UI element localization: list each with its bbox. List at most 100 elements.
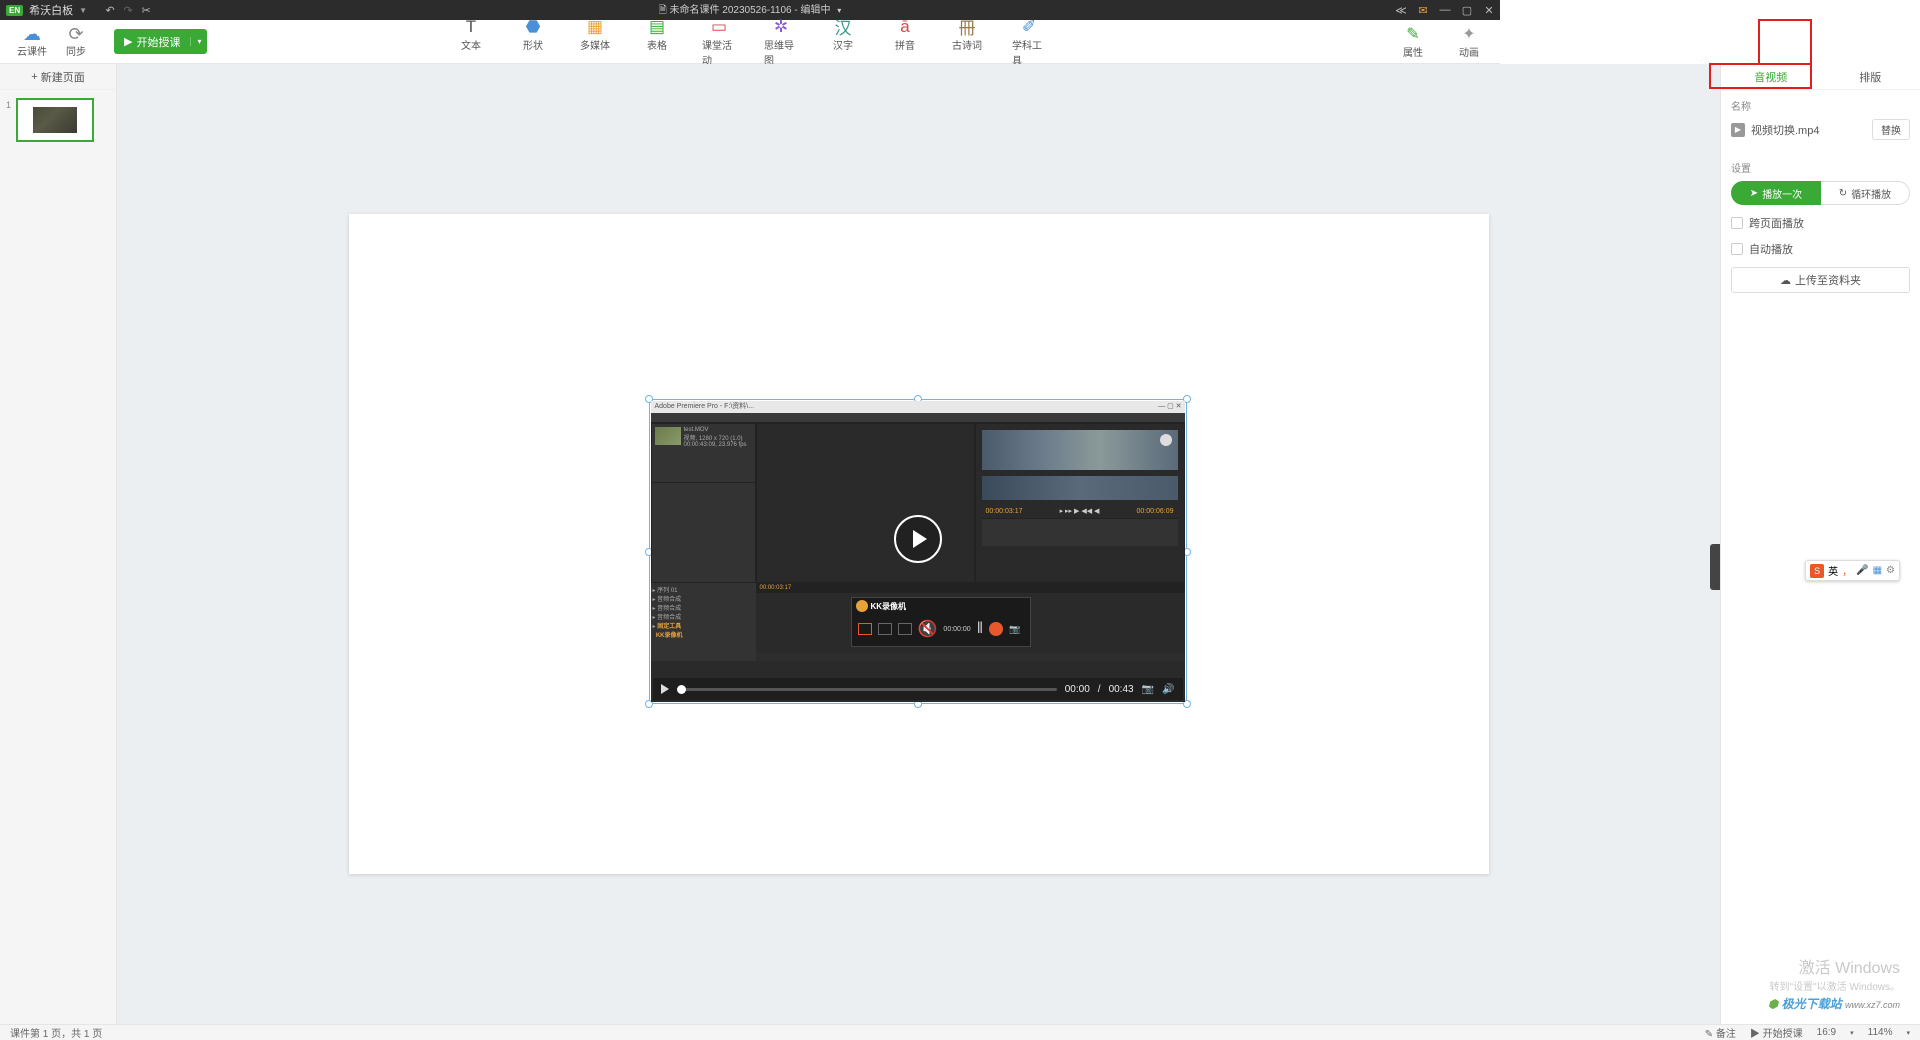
cloud-upload-icon: ☁	[1780, 274, 1791, 287]
tool-形状[interactable]: ⬣形状	[516, 17, 550, 67]
zoom-dropdown-icon[interactable]: ▾	[1906, 1029, 1910, 1037]
tool-表格[interactable]: ▤表格	[640, 17, 674, 67]
slide-thumbnail-1[interactable]: 1	[0, 96, 116, 144]
player-current-time: 00:00	[1065, 684, 1090, 695]
tool-汉字[interactable]: 汉汉字	[826, 17, 860, 67]
ime-mic-icon[interactable]: 🎤	[1856, 565, 1868, 576]
tool-label: 汉字	[833, 37, 853, 52]
play-once-button[interactable]: ➤播放一次	[1731, 181, 1821, 205]
redo-icon[interactable]: ↷	[119, 4, 137, 17]
slide-preview[interactable]	[16, 98, 94, 142]
tool-icon: 汉	[835, 17, 852, 37]
ime-settings-icon[interactable]: ⚙	[1886, 565, 1895, 576]
aspect-ratio[interactable]: 16:9	[1817, 1027, 1836, 1038]
undo-icon[interactable]: ↶	[101, 4, 119, 17]
sync-icon: ⟳	[68, 25, 83, 43]
tool-多媒体[interactable]: ▦多媒体	[578, 17, 612, 67]
maximize-icon[interactable]: ▢	[1456, 4, 1478, 17]
plus-icon: +	[31, 71, 37, 83]
play-once-icon: ➤	[1750, 188, 1758, 199]
tool-label: 课堂活动	[702, 37, 736, 67]
tool-学科工具[interactable]: ✐学科工具	[1012, 17, 1046, 67]
zoom-level[interactable]: 114%	[1868, 1027, 1893, 1038]
tool-icon: ā	[900, 17, 909, 37]
tool-icon: ▭	[711, 17, 727, 37]
player-snapshot-icon[interactable]: 📷	[1142, 684, 1154, 695]
canvas-area[interactable]: Adobe Premiere Pro - F:\资料\...— ▢ ✕ test…	[117, 64, 1720, 1024]
video-play-button[interactable]	[894, 515, 942, 563]
properties-panel: 音视频 排版 名称 ▶ 视频切换.mp4 替换 设置 ➤播放一次 ↻循环播放 跨…	[1720, 64, 1920, 1024]
player-play-icon[interactable]	[661, 684, 669, 694]
animation-tab-button[interactable]: ✦ 动画	[1452, 24, 1486, 59]
autoplay-checkbox[interactable]: 自动播放	[1731, 241, 1910, 257]
video-object-selected[interactable]: Adobe Premiere Pro - F:\资料\...— ▢ ✕ test…	[649, 399, 1187, 704]
tool-icon: ▦	[587, 17, 603, 37]
ime-keyboard-icon[interactable]: ▦	[1873, 565, 1882, 576]
sync-button[interactable]: ⟳ 同步	[54, 25, 98, 58]
replace-button[interactable]: 替换	[1872, 119, 1910, 140]
tool-label: 多媒体	[580, 37, 610, 52]
start-teaching-footer[interactable]: ▶ 开始授课	[1750, 1025, 1803, 1040]
tool-icon: ▤	[649, 17, 665, 37]
app-logo: EN	[6, 5, 23, 16]
slide-panel: + 新建页面 1	[0, 64, 117, 1024]
mail-icon[interactable]: ✉	[1412, 4, 1434, 17]
play-icon	[913, 530, 927, 548]
kk-recorder-overlay: KK录像机 🔇 00:00:00 ‖ 📷	[851, 597, 1031, 647]
start-teaching-button[interactable]: ▶开始授课 ▾	[114, 29, 207, 54]
tab-audio-video[interactable]: 音视频	[1721, 64, 1821, 89]
loop-play-button[interactable]: ↻循环播放	[1821, 181, 1910, 205]
tool-课堂活动[interactable]: ▭课堂活动	[702, 17, 736, 67]
video-file-icon: ▶	[1731, 123, 1745, 137]
cloud-icon: ☁	[23, 25, 41, 43]
player-progress[interactable]	[677, 688, 1057, 691]
tool-label: 文本	[461, 37, 481, 52]
tool-思维导图[interactable]: ✲思维导图	[764, 17, 798, 67]
new-page-button[interactable]: + 新建页面	[0, 64, 116, 90]
sync-label: 同步	[66, 43, 86, 58]
cross-page-checkbox[interactable]: 跨页面播放	[1731, 215, 1910, 231]
start-dropdown-icon[interactable]: ▾	[190, 37, 207, 46]
player-duration: 00:43	[1109, 684, 1134, 695]
tool-icon: ✐	[1022, 17, 1036, 37]
animation-label: 动画	[1459, 44, 1479, 59]
right-collapse-handle[interactable]	[1710, 544, 1720, 590]
notes-button[interactable]: ✎ 备注	[1705, 1025, 1736, 1040]
app-menu-dropdown[interactable]: ▼	[79, 6, 87, 15]
properties-tab-button[interactable]: ✎ 属性	[1396, 24, 1430, 59]
cloud-courseware-button[interactable]: ☁ 云课件	[10, 25, 54, 58]
document-title: 未命名课件 20230526-1106 - 编辑中	[670, 5, 831, 16]
upload-to-folder-button[interactable]: ☁上传至资料夹	[1731, 267, 1910, 293]
player-knob[interactable]	[677, 685, 686, 694]
tool-icon: ⬣	[526, 17, 541, 37]
status-bar: 课件第 1 页，共 1 页 ✎ 备注 ▶ 开始授课 16:9 ▾ 114% ▾	[0, 1024, 1920, 1040]
properties-label: 属性	[1403, 44, 1423, 59]
tool-label: 表格	[647, 37, 667, 52]
star-icon: ✦	[1462, 24, 1475, 44]
minimize-icon[interactable]: —	[1434, 4, 1456, 16]
tab-layout[interactable]: 排版	[1821, 64, 1920, 89]
slide-canvas[interactable]: Adobe Premiere Pro - F:\资料\...— ▢ ✕ test…	[349, 214, 1489, 874]
close-icon[interactable]: ✕	[1478, 4, 1500, 17]
play-icon: ▶	[124, 35, 132, 48]
app-name: 希沃白板	[29, 2, 73, 18]
tool-label: 古诗词	[952, 37, 982, 52]
video-player-bar: 00:00 / 00:43 📷 🔊	[653, 678, 1183, 700]
tool-文本[interactable]: T文本	[454, 17, 488, 67]
player-volume-icon[interactable]: 🔊	[1162, 684, 1174, 695]
tool-古诗词[interactable]: 冊古诗词	[950, 17, 984, 67]
tool-拼音[interactable]: ā拼音	[888, 17, 922, 67]
ratio-dropdown-icon[interactable]: ▾	[1850, 1029, 1854, 1037]
video-filename: 视频切换.mp4	[1751, 122, 1819, 138]
tool-label: 拼音	[895, 37, 915, 52]
tool-icon: 冊	[959, 17, 976, 37]
ime-punct[interactable]: ，	[1842, 563, 1852, 578]
cut-icon[interactable]: ✂	[137, 4, 155, 17]
ime-lang[interactable]: 英	[1828, 563, 1838, 578]
name-section-label: 名称	[1731, 98, 1910, 113]
checkbox-icon	[1731, 243, 1743, 255]
ime-toolbar[interactable]: S 英 ， 🎤 ▦ ⚙	[1805, 560, 1900, 581]
share-icon[interactable]: ≪	[1390, 4, 1412, 17]
cloud-label: 云课件	[17, 43, 47, 58]
tool-label: 思维导图	[764, 37, 798, 67]
